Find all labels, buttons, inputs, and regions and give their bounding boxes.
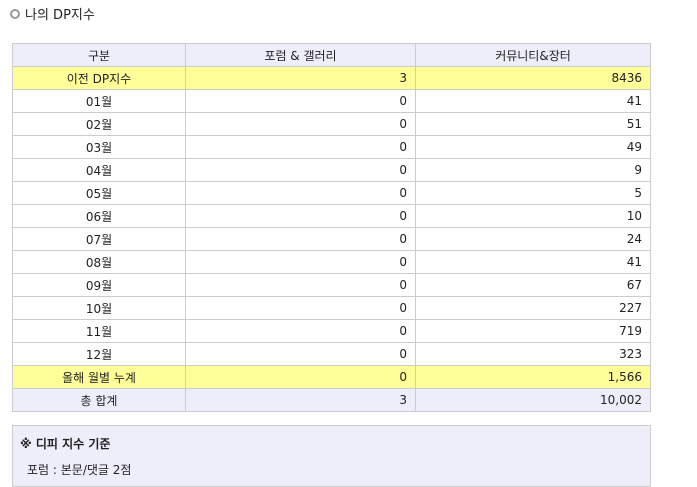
forum-value: 0 xyxy=(185,227,416,251)
community-value: 24 xyxy=(415,227,651,251)
forum-value: 0 xyxy=(185,204,416,228)
community-value: 51 xyxy=(415,112,651,136)
header-forum: 포럼 & 갤러리 xyxy=(185,43,416,67)
row-label: 11월 xyxy=(12,319,186,343)
month-row: 02월 0 51 xyxy=(12,112,651,136)
row-label: 06월 xyxy=(12,204,186,228)
community-value: 5 xyxy=(415,181,651,205)
forum-value: 0 xyxy=(185,181,416,205)
bullet-icon xyxy=(10,8,20,19)
community-value: 41 xyxy=(415,250,651,274)
community-value: 67 xyxy=(415,273,651,297)
month-row: 04월 0 9 xyxy=(12,158,651,182)
forum-value: 0 xyxy=(185,158,416,182)
row-label: 03월 xyxy=(12,135,186,159)
forum-value: 3 xyxy=(185,66,416,90)
month-row: 05월 0 5 xyxy=(12,181,651,205)
community-value: 1,566 xyxy=(415,365,651,389)
month-row: 03월 0 49 xyxy=(12,135,651,159)
row-label: 01월 xyxy=(12,89,186,113)
community-value: 719 xyxy=(415,319,651,343)
month-row: 11월 0 719 xyxy=(12,319,651,343)
row-label: 02월 xyxy=(12,112,186,136)
forum-value: 0 xyxy=(185,296,416,320)
forum-value: 0 xyxy=(185,273,416,297)
row-label: 04월 xyxy=(12,158,186,182)
previous-row: 이전 DP지수 3 8436 xyxy=(12,66,651,90)
community-value: 9 xyxy=(415,158,651,182)
header-community: 커뮤니티&장터 xyxy=(415,43,651,67)
title-text: 나의 DP지수 xyxy=(25,8,95,23)
row-label: 10월 xyxy=(12,296,186,320)
year-sum-row: 올해 월별 누계 0 1,566 xyxy=(12,365,651,389)
forum-value: 0 xyxy=(185,250,416,274)
month-row: 09월 0 67 xyxy=(12,273,651,297)
forum-value: 0 xyxy=(185,319,416,343)
community-value: 323 xyxy=(415,342,651,366)
row-label: 올해 월별 누계 xyxy=(12,365,186,389)
forum-value: 0 xyxy=(185,135,416,159)
row-label: 09월 xyxy=(12,273,186,297)
community-value: 10,002 xyxy=(415,388,651,412)
community-value: 41 xyxy=(415,89,651,113)
month-row: 07월 0 24 xyxy=(12,227,651,251)
row-label: 07월 xyxy=(12,227,186,251)
month-row: 01월 0 41 xyxy=(12,89,651,113)
community-value: 10 xyxy=(415,204,651,228)
row-label: 05월 xyxy=(12,181,186,205)
row-label: 08월 xyxy=(12,250,186,274)
forum-value: 3 xyxy=(185,388,416,412)
forum-value: 0 xyxy=(185,89,416,113)
forum-value: 0 xyxy=(185,365,416,389)
header-category: 구분 xyxy=(12,43,186,67)
criteria-note: ※ 디피 지수 기준 포럼 : 본문/댓글 2점 xyxy=(12,425,651,487)
row-label: 12월 xyxy=(12,342,186,366)
dp-index-table: 구분 포럼 & 갤러리 커뮤니티&장터 이전 DP지수 3 8436 01월 0 4… xyxy=(12,43,651,412)
month-row: 06월 0 10 xyxy=(12,204,651,228)
month-row: 12월 0 323 xyxy=(12,342,651,366)
row-label: 이전 DP지수 xyxy=(12,66,186,90)
month-row: 10월 0 227 xyxy=(12,296,651,320)
month-row: 08월 0 41 xyxy=(12,250,651,274)
forum-value: 0 xyxy=(185,342,416,366)
forum-value: 0 xyxy=(185,112,416,136)
table-header: 구분 포럼 & 갤러리 커뮤니티&장터 xyxy=(12,43,651,67)
note-line: 포럼 : 본문/댓글 2점 xyxy=(27,463,132,477)
community-value: 49 xyxy=(415,135,651,159)
community-value: 227 xyxy=(415,296,651,320)
community-value: 8436 xyxy=(415,66,651,90)
total-row: 총 합계 3 10,002 xyxy=(12,388,651,412)
row-label: 총 합계 xyxy=(12,388,186,412)
note-heading: ※ 디피 지수 기준 xyxy=(20,437,111,451)
page-title: 나의 DP지수 xyxy=(10,4,95,23)
